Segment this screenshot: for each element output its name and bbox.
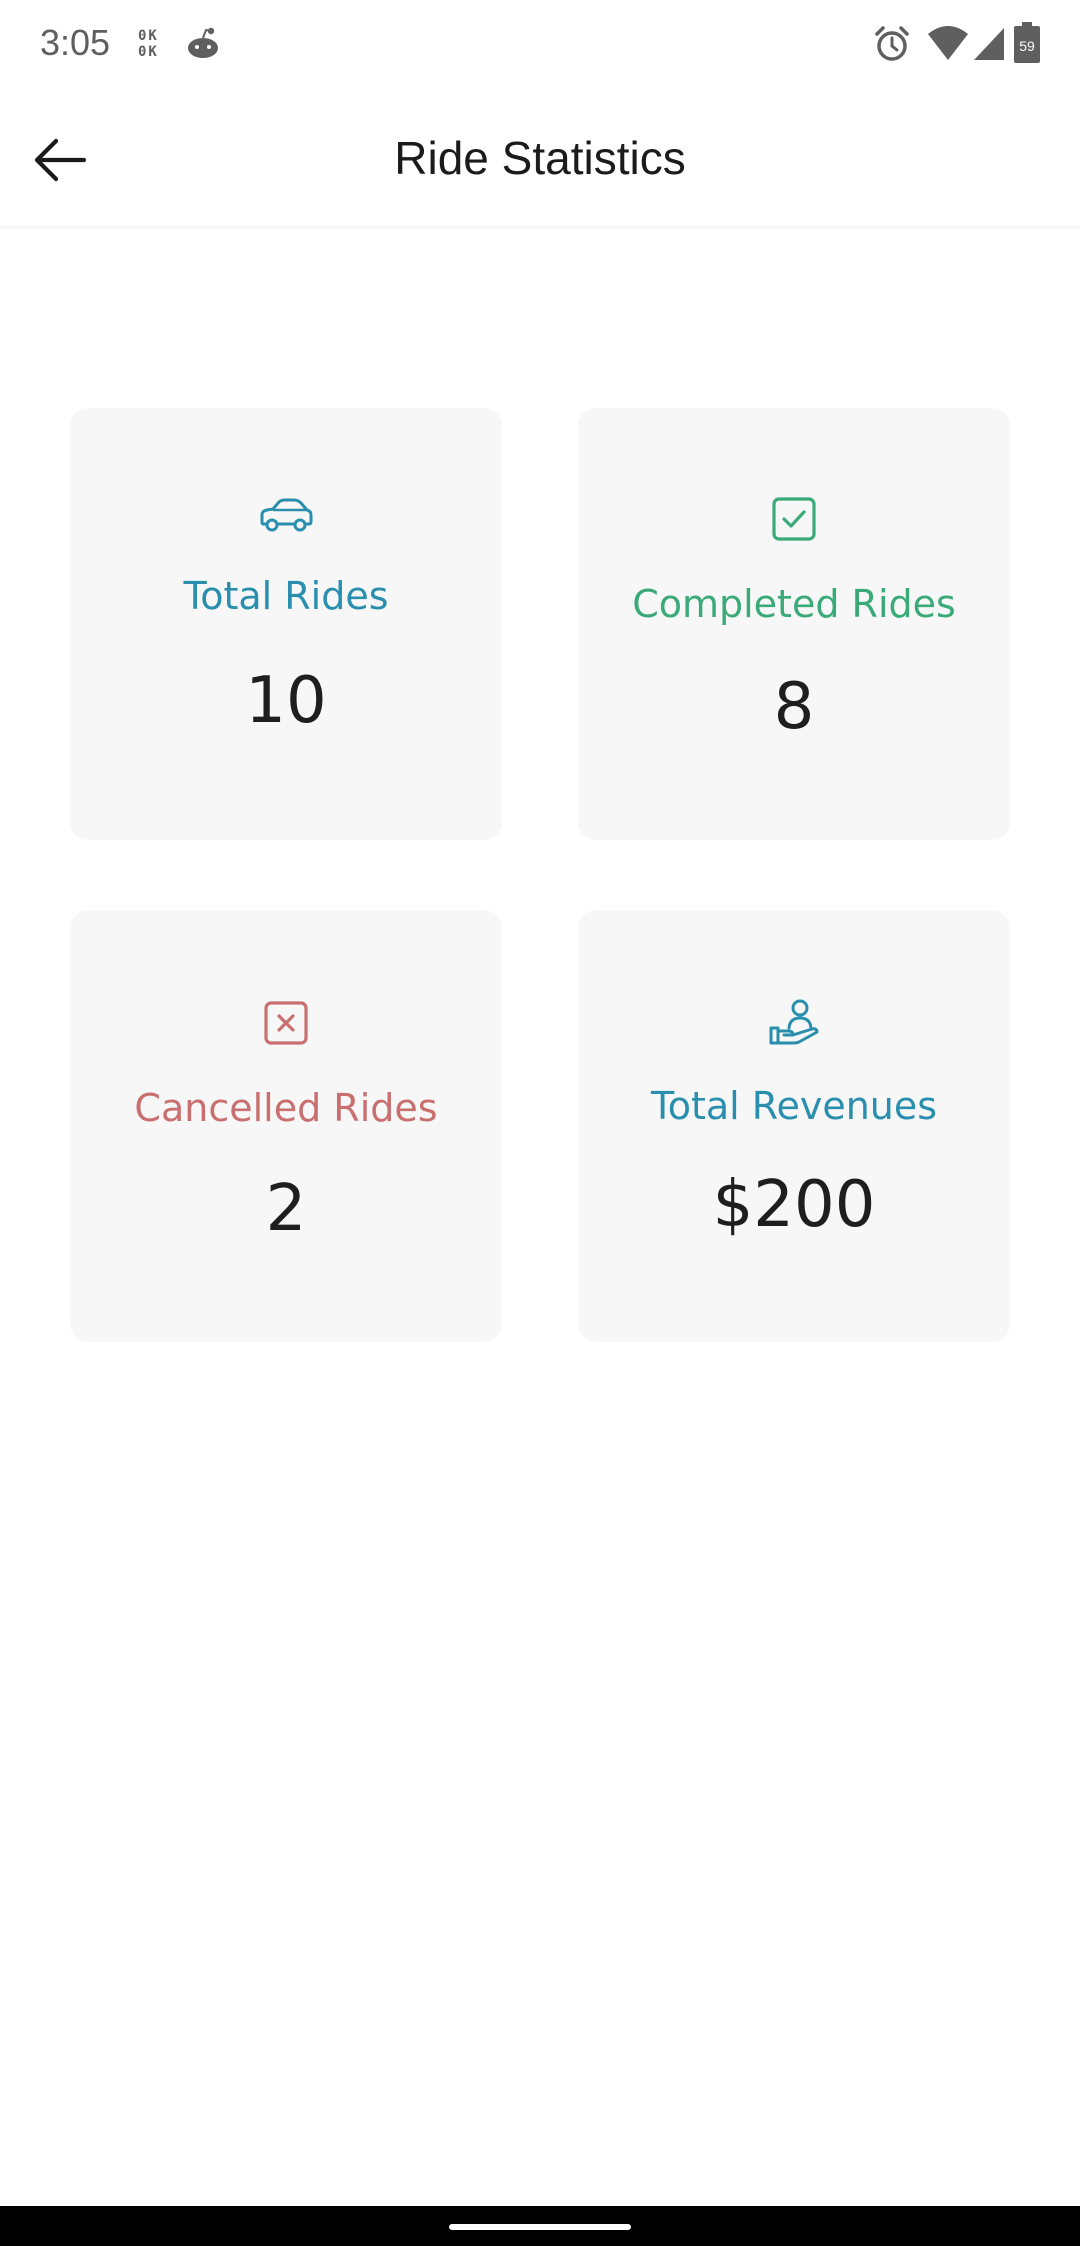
- cancelled-rides-value: 2: [265, 1172, 307, 1246]
- ok-line-2: 0K: [138, 44, 159, 60]
- total-rides-label: Total Rides: [183, 574, 389, 618]
- cancelled-rides-label: Cancelled Rides: [134, 1086, 438, 1130]
- cancelled-rides-card[interactable]: Cancelled Rides 2: [70, 910, 502, 1342]
- reddit-icon: [184, 24, 222, 67]
- ok-notification-icon: 0K 0K: [138, 28, 168, 62]
- total-revenues-card[interactable]: Total Revenues $200: [578, 910, 1010, 1342]
- check-square-icon: [578, 496, 1010, 542]
- completed-rides-value: 8: [773, 670, 815, 744]
- battery-icon: 59: [1012, 22, 1042, 69]
- total-rides-value: 10: [245, 664, 327, 738]
- completed-rides-label: Completed Rides: [632, 582, 956, 626]
- back-arrow-icon: [32, 136, 88, 189]
- page-title: Ride Statistics: [394, 132, 686, 184]
- wifi-icon: [926, 24, 970, 69]
- navigation-bar: [0, 2206, 1080, 2246]
- total-revenues-value: $200: [712, 1168, 876, 1242]
- back-button[interactable]: [20, 122, 100, 202]
- signal-icon: [972, 24, 1006, 69]
- x-square-icon: [70, 1000, 502, 1046]
- app-bar: Ride Statistics: [0, 90, 1080, 227]
- ok-line-1: 0K: [138, 28, 159, 44]
- screen: 3:05 0K 0K 59 Ride Statistics Total Ride…: [0, 0, 1080, 2246]
- alarm-icon: [872, 24, 912, 69]
- hand-user-icon: [578, 998, 1010, 1046]
- status-bar: 3:05 0K 0K 59: [0, 0, 1080, 90]
- car-icon: [70, 498, 502, 534]
- total-revenues-label: Total Revenues: [650, 1084, 938, 1128]
- status-time: 3:05: [40, 22, 111, 63]
- battery-level: 59: [1019, 38, 1035, 54]
- completed-rides-card[interactable]: Completed Rides 8: [578, 408, 1010, 840]
- total-rides-card[interactable]: Total Rides 10: [70, 408, 502, 840]
- home-indicator[interactable]: [449, 2224, 631, 2230]
